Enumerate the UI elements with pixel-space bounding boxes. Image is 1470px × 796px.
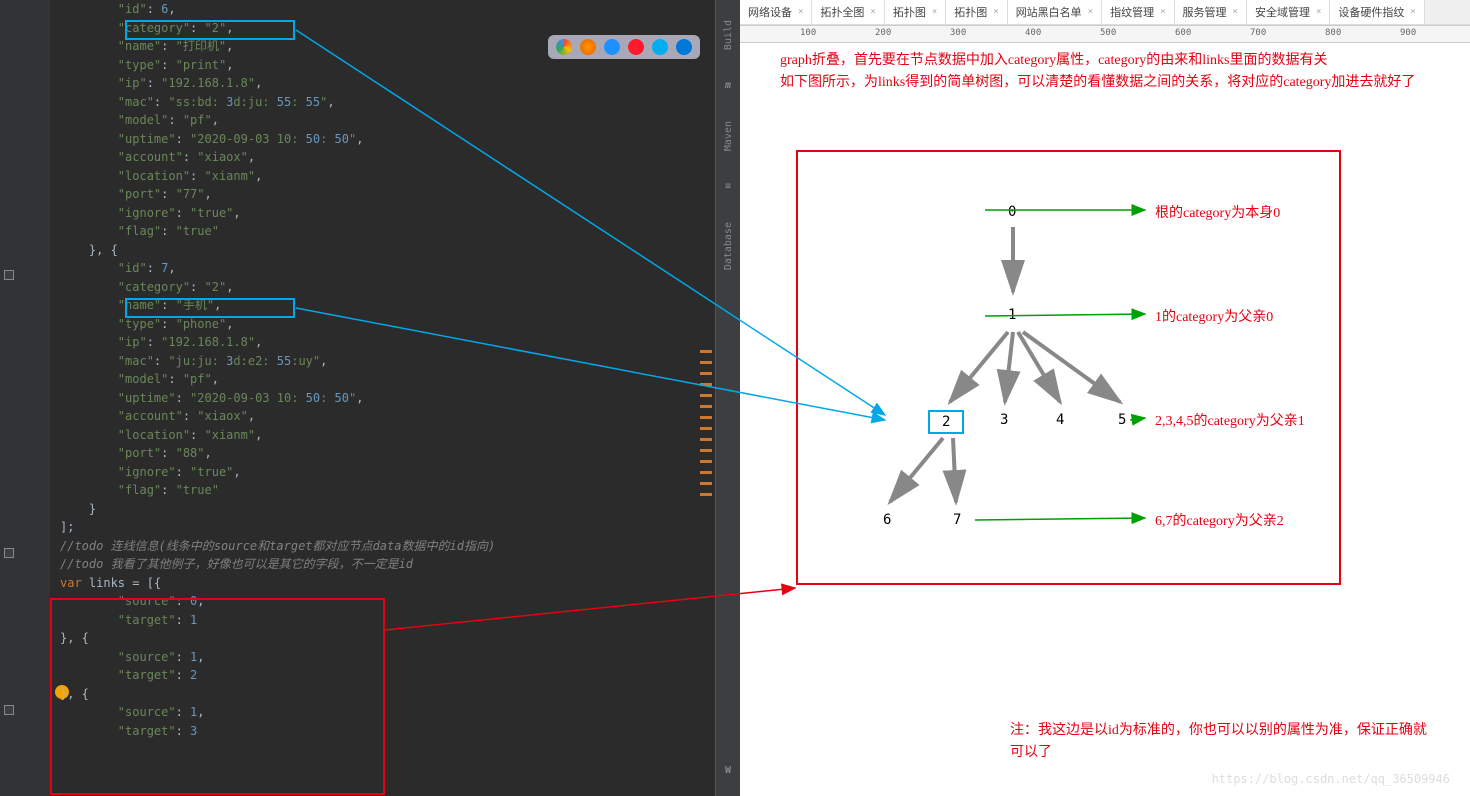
annotation-2345: 2,3,4,5的category为父亲1: [1155, 410, 1305, 430]
close-icon[interactable]: ×: [932, 7, 937, 17]
browser-tabs: 网络设备× 拓扑全图× 拓扑图× 拓扑图× 网站黑白名单× 指纹管理× 服务管理…: [740, 0, 1470, 25]
tool-tab-maven[interactable]: Maven: [723, 121, 734, 151]
tool-tab-build[interactable]: Build: [723, 20, 734, 50]
fold-marker[interactable]: [4, 705, 14, 715]
close-icon[interactable]: ×: [1088, 7, 1093, 17]
tree-node-0: 0: [1008, 204, 1016, 220]
highlight-category-2: [125, 298, 295, 318]
annotation-1: 1的category为父亲0: [1155, 306, 1273, 326]
document-panel: 网络设备× 拓扑全图× 拓扑图× 拓扑图× 网站黑白名单× 指纹管理× 服务管理…: [740, 0, 1470, 796]
annotation-67: 6,7的category为父亲2: [1155, 510, 1284, 530]
close-icon[interactable]: ×: [1316, 7, 1321, 17]
fold-marker[interactable]: [4, 548, 14, 558]
tree-node-5: 5: [1118, 412, 1126, 428]
code-editor-panel: "id": 6, "category": "2", "name": "打印机",…: [0, 0, 740, 796]
gutter: [0, 0, 50, 796]
tab-item[interactable]: 拓扑图×: [885, 0, 946, 24]
tree-node-1: 1: [1008, 307, 1016, 323]
tree-node-4: 4: [1056, 412, 1064, 428]
browser-preview-icons: [548, 35, 700, 59]
tree-node-6: 6: [883, 512, 891, 528]
tab-item[interactable]: 拓扑全图×: [812, 0, 884, 24]
tab-item[interactable]: 安全域管理×: [1247, 0, 1330, 24]
close-icon[interactable]: ×: [870, 7, 875, 17]
ruler: 100 200 300 400 500 600 700 800 900: [740, 25, 1470, 43]
tab-item[interactable]: 指纹管理×: [1102, 0, 1174, 24]
document-body: graph折叠，首先要在节点数据中加入category属性，category的由…: [780, 50, 1450, 94]
close-icon[interactable]: ×: [798, 7, 803, 17]
edge-icon[interactable]: [676, 39, 692, 55]
tab-item[interactable]: 网站黑白名单×: [1008, 0, 1102, 24]
watermark: https://blog.csdn.net/qq_36509946: [1212, 772, 1450, 786]
chrome-icon[interactable]: [556, 39, 572, 55]
highlight-category-1: [125, 20, 295, 40]
annotation-root: 根的category为本身0: [1155, 202, 1280, 222]
highlight-links-block: [50, 598, 385, 795]
tab-item[interactable]: 服务管理×: [1175, 0, 1247, 24]
ie-icon[interactable]: [652, 39, 668, 55]
tool-tab-database[interactable]: Database: [723, 222, 734, 270]
close-icon[interactable]: ×: [1233, 7, 1238, 17]
tool-window-bar: Build m Maven ≡ Database W: [715, 0, 740, 796]
firefox-icon[interactable]: [580, 39, 596, 55]
safari-icon[interactable]: [604, 39, 620, 55]
opera-icon[interactable]: [628, 39, 644, 55]
description-text: graph折叠，首先要在节点数据中加入category属性，category的由…: [780, 50, 1450, 94]
tab-item[interactable]: 网络设备×: [740, 0, 812, 24]
close-icon[interactable]: ×: [1410, 7, 1415, 17]
tree-node-3: 3: [1000, 412, 1008, 428]
fold-marker[interactable]: [4, 270, 14, 280]
close-icon[interactable]: ×: [993, 7, 998, 17]
editor-minimap[interactable]: [700, 350, 712, 504]
tree-node-7: 7: [953, 512, 961, 528]
tree-node-2-highlighted: 2: [928, 410, 964, 434]
note-text: 注：我这边是以id为标准的，你也可以以别的属性为准，保证正确就可以了: [1010, 720, 1440, 764]
tab-item[interactable]: 设备硬件指纹×: [1330, 0, 1424, 24]
tab-item[interactable]: 拓扑图×: [946, 0, 1007, 24]
close-icon[interactable]: ×: [1160, 7, 1165, 17]
